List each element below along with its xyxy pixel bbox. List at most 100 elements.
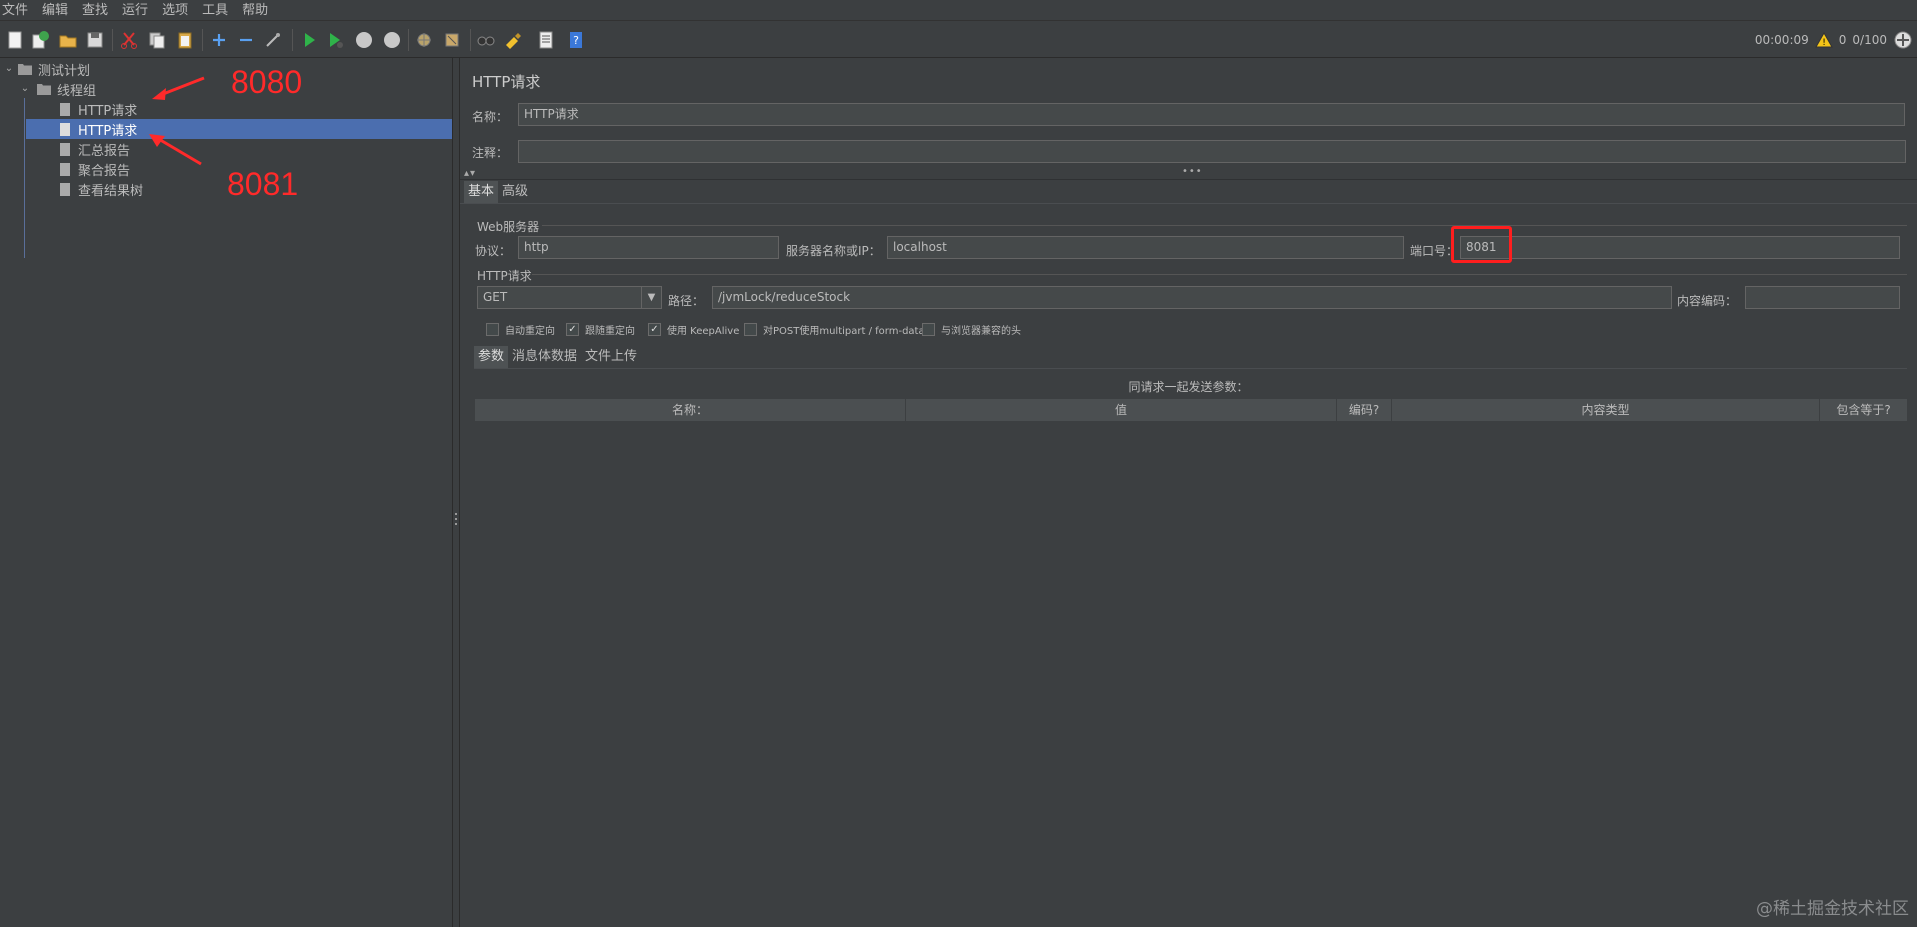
- clear-icon[interactable]: [413, 29, 435, 51]
- svg-text:?: ?: [573, 34, 579, 47]
- expand-icon[interactable]: [208, 29, 230, 51]
- open-icon[interactable]: [57, 29, 79, 51]
- chevron-down-icon[interactable]: ⌄: [19, 83, 31, 95]
- port-highlight-box: [1451, 226, 1512, 263]
- comment-field[interactable]: [518, 140, 1906, 163]
- auto-redirect-checkbox[interactable]: 自动重定向: [486, 322, 555, 337]
- config-tabs: 基本 高级: [464, 181, 532, 203]
- menu-options[interactable]: 选项: [155, 0, 195, 21]
- file-icon: [58, 122, 72, 136]
- checkbox-box[interactable]: [744, 323, 757, 336]
- checkmark-icon[interactable]: ✓: [648, 323, 661, 336]
- menu-run[interactable]: 运行: [115, 0, 155, 21]
- jmeter-window: 文件 编辑 查找 运行 选项 工具 帮助 ? 00:00:09 ! 0 0/10…: [0, 0, 1917, 927]
- tab-body-data[interactable]: 消息体数据: [508, 346, 581, 368]
- report-icon: [58, 182, 72, 196]
- warning-count: 0: [1838, 33, 1847, 47]
- method-select[interactable]: GET ▼: [477, 286, 662, 309]
- paste-icon[interactable]: [174, 29, 196, 51]
- server-label: 服务器名称或IP：: [786, 244, 881, 258]
- save-icon[interactable]: [84, 29, 106, 51]
- shutdown-icon[interactable]: [381, 29, 403, 51]
- server-field[interactable]: localhost: [887, 236, 1404, 259]
- elapsed-timer: 00:00:09: [1754, 33, 1809, 47]
- toggle-icon[interactable]: [262, 29, 284, 51]
- tab-advanced[interactable]: 高级: [498, 181, 532, 203]
- test-plan-tree: ⌄ 测试计划 ⌄ 线程组 HTTP请求 HTTP请求 汇总报告 聚合报告 查看结…: [0, 58, 452, 927]
- menu-tools[interactable]: 工具: [195, 0, 235, 21]
- warning-icon[interactable]: !: [1814, 32, 1833, 48]
- tab-parameters[interactable]: 参数: [474, 346, 509, 368]
- protocol-label: 协议：: [475, 244, 512, 258]
- folder-icon: [37, 82, 51, 96]
- params-caption: 同请求一起发送参数：: [1128, 380, 1249, 394]
- tree-item-http-request-2[interactable]: HTTP请求: [26, 119, 452, 139]
- folder-icon: [18, 62, 32, 76]
- tree-item-label: HTTP请求: [78, 103, 138, 119]
- follow-redirect-checkbox[interactable]: ✓ 跟随重定向: [566, 322, 635, 337]
- toolbar: ? 00:00:09 ! 0 0/100: [0, 21, 1917, 58]
- column-include-equals[interactable]: 包含等于?: [1820, 399, 1907, 421]
- menu-search[interactable]: 查找: [75, 0, 115, 21]
- body-tabs: 参数 消息体数据 文件上传: [474, 346, 641, 368]
- tree-item-label: HTTP请求: [78, 123, 138, 139]
- column-value[interactable]: 值: [906, 399, 1337, 421]
- collapse-icon[interactable]: [235, 29, 257, 51]
- report-icon: [58, 142, 72, 156]
- menu-file[interactable]: 文件: [0, 0, 35, 21]
- checkbox-box[interactable]: [922, 323, 935, 336]
- annotation-port-8081: 8081: [227, 166, 299, 202]
- tree-item-label: 测试计划: [38, 63, 91, 79]
- function-helper-icon[interactable]: [535, 29, 557, 51]
- menu-help[interactable]: 帮助: [235, 0, 275, 21]
- tree-item-label: 线程组: [57, 83, 97, 99]
- annotation-port-8080: 8080: [231, 64, 303, 100]
- start-icon[interactable]: [298, 29, 320, 51]
- collapse-arrows-icon[interactable]: ▴▾: [464, 168, 476, 179]
- chevron-down-icon[interactable]: ▼: [641, 287, 661, 308]
- chevron-down-icon[interactable]: ⌄: [3, 63, 15, 75]
- tab-basic[interactable]: 基本: [464, 181, 499, 203]
- port-field[interactable]: 8081: [1460, 236, 1900, 259]
- watermark: @稀土掘金技术社区: [1756, 899, 1909, 919]
- cut-icon[interactable]: [118, 29, 140, 51]
- panel-title: HTTP请求: [472, 73, 541, 91]
- panel-splitter[interactable]: [452, 58, 460, 927]
- arrow-annotation: [149, 134, 202, 166]
- drag-handle-icon[interactable]: •••: [1182, 166, 1203, 177]
- name-label: 名称：: [472, 110, 509, 124]
- checkmark-icon[interactable]: ✓: [566, 323, 579, 336]
- encoding-label: 内容编码：: [1677, 294, 1738, 308]
- method-value: GET: [483, 290, 508, 304]
- column-content-type[interactable]: 内容类型: [1392, 399, 1820, 421]
- column-encode[interactable]: 编码?: [1337, 399, 1392, 421]
- name-field[interactable]: HTTP请求: [518, 103, 1905, 126]
- keepalive-checkbox[interactable]: ✓ 使用 KeepAlive: [648, 322, 739, 337]
- copy-icon[interactable]: [146, 29, 168, 51]
- clear-all-icon[interactable]: [441, 29, 463, 51]
- path-field[interactable]: /jvmLock/reduceStock: [712, 286, 1672, 309]
- search-icon[interactable]: [475, 29, 497, 51]
- protocol-field[interactable]: http: [518, 236, 779, 259]
- tree-item-label: 聚合报告: [78, 163, 131, 179]
- column-name[interactable]: 名称：: [475, 399, 906, 421]
- tree-item-results-tree[interactable]: 查看结果树: [58, 179, 178, 199]
- encoding-field[interactable]: [1745, 286, 1900, 309]
- http-request-panel: HTTP请求 名称： HTTP请求 注释： ▴▾ ••• 基本 高级 Web服务…: [460, 58, 1917, 927]
- reset-search-icon[interactable]: [502, 29, 524, 51]
- multipart-checkbox[interactable]: 对POST使用multipart / form-data: [744, 322, 925, 337]
- templates-icon[interactable]: [29, 29, 51, 51]
- file-icon: [58, 102, 72, 116]
- stop-icon[interactable]: [353, 29, 375, 51]
- remote-icon[interactable]: [1893, 30, 1913, 50]
- report-icon: [58, 162, 72, 176]
- tree-item-label: 汇总报告: [78, 143, 131, 159]
- browser-headers-checkbox[interactable]: 与浏览器兼容的头: [922, 322, 1021, 337]
- new-icon[interactable]: [4, 29, 26, 51]
- help-icon[interactable]: ?: [565, 29, 587, 51]
- checkbox-box[interactable]: [486, 323, 499, 336]
- tab-file-upload[interactable]: 文件上传: [581, 346, 641, 368]
- menu-edit[interactable]: 编辑: [35, 0, 75, 21]
- http-request-group-label: HTTP请求: [477, 269, 532, 283]
- start-no-pause-icon[interactable]: [324, 29, 346, 51]
